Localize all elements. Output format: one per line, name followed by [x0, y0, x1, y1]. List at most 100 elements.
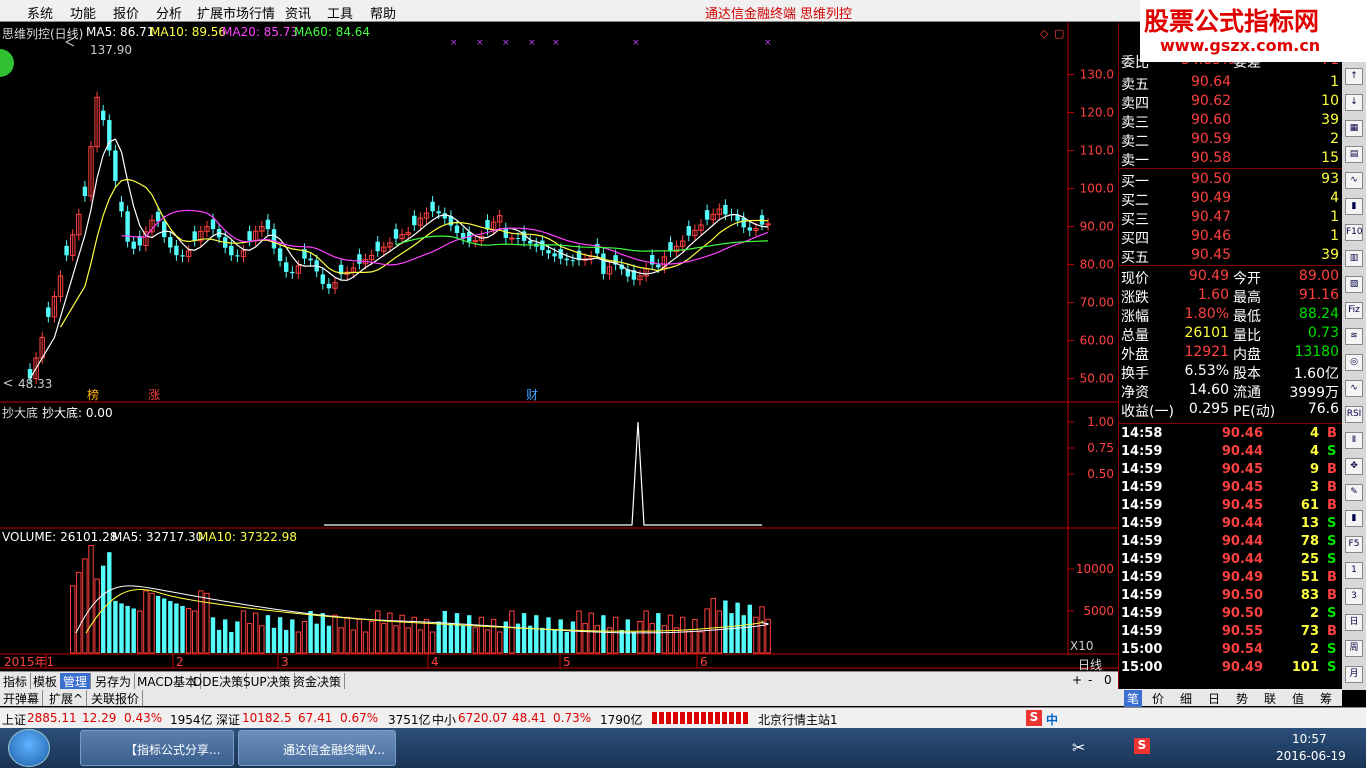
zoom-in-icon[interactable]: + — [1072, 673, 1082, 687]
zoom-out-icon[interactable]: - — [1088, 673, 1092, 687]
sell-vol: 15 — [1321, 150, 1339, 166]
sogou-icon[interactable]: S — [1026, 710, 1042, 726]
toolbar-button[interactable]: ↑ — [1345, 68, 1363, 85]
sell-price: 90.64 — [1191, 74, 1232, 90]
buy-price: 90.50 — [1191, 171, 1232, 187]
toolbar-button[interactable]: ▧ — [1345, 276, 1363, 293]
toolbar-button[interactable]: 周 — [1345, 640, 1363, 657]
candle-down — [125, 211, 130, 242]
menu-system[interactable]: 系统 — [27, 3, 53, 22]
terminal-name: 通达信金融终端 — [705, 7, 797, 22]
quote-tab-2[interactable]: 细 — [1180, 690, 1192, 707]
toolbar-button[interactable]: ▦ — [1345, 120, 1363, 137]
menu-quote[interactable]: 报价 — [113, 3, 139, 22]
menu-ext-market[interactable]: 扩展市场行情 — [197, 3, 275, 22]
chart-area[interactable]: 130.0 120.0 110.0 100.0 90.00 80.00 70.00 60.00… — [0, 23, 1118, 672]
volume-bar — [149, 592, 155, 654]
menu-tools[interactable]: 工具 — [327, 3, 353, 22]
clock-date[interactable]: 2016-06-19 — [1276, 749, 1346, 763]
stat-label: 股本 — [1233, 366, 1261, 382]
toolbar-button[interactable]: ∿ — [1345, 172, 1363, 189]
toolbar-button[interactable]: ✥ — [1345, 458, 1363, 475]
tab2-2[interactable]: 关联报价 — [88, 690, 144, 706]
toolbar-button[interactable]: ▥ — [1345, 250, 1363, 267]
volume-bar — [253, 612, 259, 654]
volume-bar — [362, 631, 369, 654]
tab-7[interactable]: 资金决策 — [290, 673, 346, 689]
quote-tab-7[interactable]: 筹 — [1320, 690, 1332, 707]
tab-6[interactable]: SUP决策 — [240, 673, 295, 689]
reset-icon[interactable]: 0 — [1104, 673, 1112, 687]
toolbar-button[interactable]: ◎ — [1345, 354, 1363, 371]
server-name[interactable]: 北京行情主站1 — [758, 711, 838, 728]
tab-2[interactable]: 管理 — [60, 673, 92, 689]
toolbar-button[interactable]: ▮ — [1345, 198, 1363, 215]
toolbar-button[interactable]: 1 — [1345, 562, 1363, 579]
scissors-icon[interactable]: ✂ — [1072, 738, 1085, 757]
tick-row: 14:59 90.44 4 S — [1119, 443, 1343, 461]
toolbar-button[interactable]: F5 — [1345, 536, 1363, 553]
buy-label: 买三 — [1121, 212, 1149, 228]
tab-5[interactable]: DDE决策 — [190, 673, 248, 689]
quote-tab-5[interactable]: 联 — [1264, 690, 1276, 707]
candle-down — [46, 307, 51, 317]
signal-marker: × — [552, 38, 560, 48]
volume-bar — [454, 613, 460, 653]
toolbar-button[interactable]: Ⅱ — [1345, 432, 1363, 449]
y-tick-label: 60.00 — [1080, 334, 1114, 348]
toolbar-button[interactable]: ▮ — [1345, 510, 1363, 527]
clock-time[interactable]: 10:57 — [1292, 732, 1327, 746]
tick-side: B — [1327, 480, 1337, 495]
taskbar-item-browser[interactable]: 【指标公式分享... — [80, 730, 234, 766]
toolbar-button[interactable]: 月 — [1345, 666, 1363, 683]
stat-row: 净资 14.60 流通 3999万 — [1119, 381, 1343, 401]
tab2-1[interactable]: 扩展^ — [46, 690, 88, 706]
toolbar-button[interactable]: ∿ — [1345, 380, 1363, 397]
volume-bar — [448, 623, 454, 653]
ime-icon[interactable]: 中 — [1046, 711, 1058, 728]
tab-3[interactable]: 另存为 — [92, 673, 136, 689]
toolbar-button[interactable]: ▤ — [1345, 146, 1363, 163]
quote-tab-6[interactable]: 值 — [1292, 690, 1304, 707]
volume-bar — [484, 629, 491, 654]
tick-row: 14:59 90.45 61 B — [1119, 497, 1343, 515]
menu-help[interactable]: 帮助 — [370, 3, 396, 22]
toolbar-button[interactable]: ↓ — [1345, 94, 1363, 111]
candle-down — [265, 219, 271, 230]
toolbar-button[interactable]: F10 — [1345, 224, 1363, 241]
quote-tab-0[interactable]: 笔 — [1124, 690, 1143, 707]
indicator-title: 抄大底 — [2, 406, 39, 420]
quote-tab-3[interactable]: 日 — [1208, 690, 1220, 707]
toolbar-button[interactable]: RSI — [1345, 406, 1363, 423]
buy-label: 买五 — [1121, 250, 1149, 266]
volume-bar — [210, 617, 216, 653]
volume-bar — [631, 632, 637, 653]
tab2-0[interactable]: 开弹幕 — [0, 690, 44, 706]
start-button[interactable] — [8, 729, 50, 767]
tab-0[interactable]: 指标 — [0, 673, 32, 689]
diamond-icon[interactable]: ◇ — [1040, 27, 1049, 40]
toolbar-button[interactable]: ✎ — [1345, 484, 1363, 501]
taskbar-item-tdx[interactable]: 通达信金融终端V... — [238, 730, 396, 766]
x-tick-label: 4 — [431, 655, 439, 669]
toolbar-button[interactable]: 日 — [1345, 614, 1363, 631]
toolbar-button[interactable]: Fiz — [1345, 302, 1363, 319]
candle-down — [747, 227, 752, 231]
quote-tab-4[interactable]: 势 — [1236, 690, 1248, 707]
tick-time: 14:59 — [1121, 516, 1163, 531]
toolbar-button[interactable]: ≋ — [1345, 328, 1363, 345]
menu-analysis[interactable]: 分析 — [156, 3, 182, 22]
toolbar-button[interactable]: 3 — [1345, 588, 1363, 605]
tray-sogou-icon[interactable]: S — [1134, 738, 1150, 754]
tick-price: 90.49 — [1221, 660, 1263, 675]
menu-news[interactable]: 资讯 — [285, 3, 311, 22]
kline-chart-svg[interactable]: 130.0 120.0 110.0 100.0 90.00 80.00 70.00 60.00… — [0, 23, 1118, 671]
tab-1[interactable]: 模板 — [30, 673, 62, 689]
tick-time: 14:59 — [1121, 606, 1163, 621]
quote-tab-1[interactable]: 价 — [1152, 690, 1164, 707]
candle-down — [515, 238, 521, 240]
volume-bar — [460, 625, 466, 653]
zx-change: 48.41 — [512, 711, 547, 725]
menu-function[interactable]: 功能 — [70, 3, 96, 22]
window-icon[interactable]: ▢ — [1054, 27, 1064, 40]
